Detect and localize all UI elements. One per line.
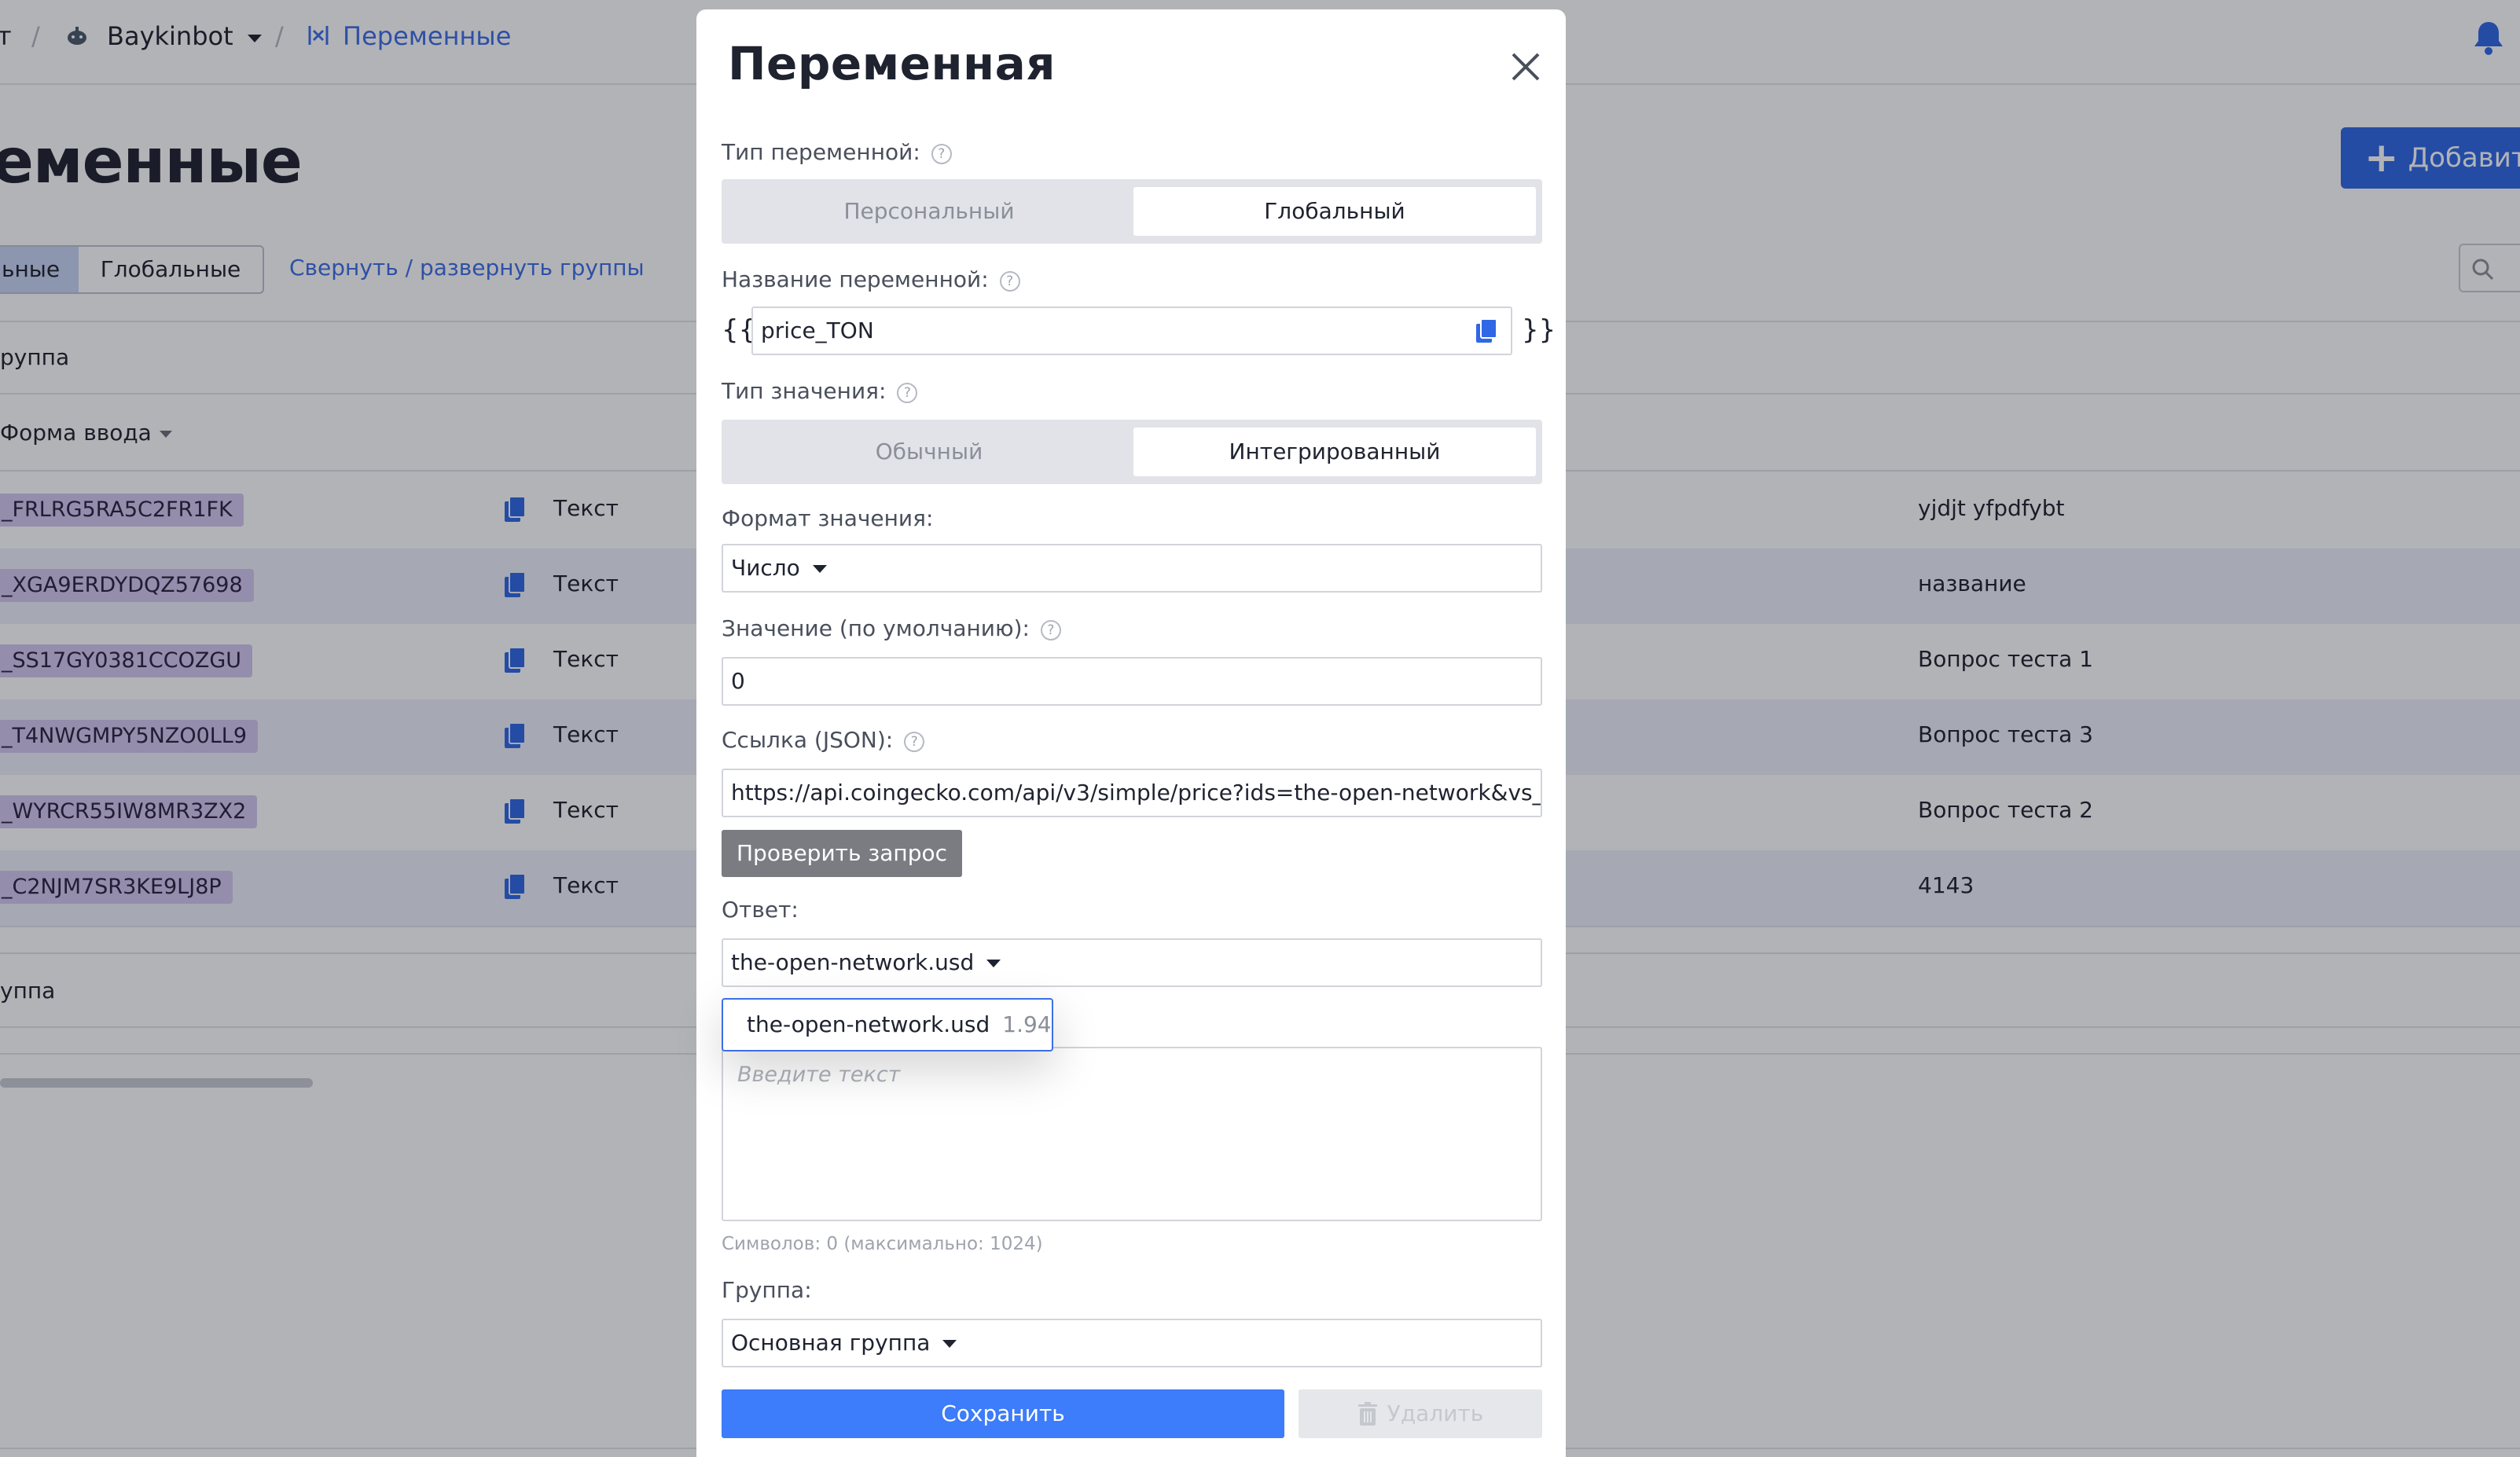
var-name-label: Название переменной:? — [722, 266, 1020, 294]
open-brace: {{ — [722, 314, 756, 346]
default-value-label-text: Значение (по умолчанию): — [722, 615, 1030, 641]
default-value: 0 — [731, 668, 745, 694]
modal-title: Переменная — [728, 37, 1056, 90]
value-type-regular[interactable]: Обычный — [728, 428, 1130, 476]
response-option[interactable]: the-open-network.usd 1.94 — [722, 998, 1053, 1051]
var-type-toggle: Персональный Глобальный — [722, 179, 1542, 244]
response-option-key: the-open-network.usd — [747, 1011, 990, 1037]
default-value-input[interactable]: 0 — [722, 657, 1542, 706]
format-select[interactable]: Число — [722, 544, 1542, 593]
value-type-label-text: Тип значения: — [722, 378, 887, 404]
value-type-integrated[interactable]: Интегрированный — [1133, 428, 1536, 476]
url-input[interactable]: https://api.coingecko.com/api/v3/simple/… — [722, 769, 1542, 817]
chevron-down-icon — [812, 565, 827, 573]
help-icon[interactable]: ? — [999, 271, 1020, 292]
url-label-text: Ссылка (JSON): — [722, 727, 894, 753]
copy-icon[interactable] — [1475, 317, 1498, 344]
chevron-down-icon — [986, 960, 1001, 967]
format-value: Число — [731, 555, 800, 581]
format-label: Формат значения: — [722, 505, 934, 531]
group-label: Группа: — [722, 1277, 812, 1303]
variable-modal: Переменная Тип переменной:? Персональный… — [696, 9, 1566, 1457]
close-brace: }} — [1522, 314, 1556, 346]
group-select[interactable]: Основная группа — [722, 1319, 1542, 1367]
chevron-down-icon — [942, 1340, 957, 1348]
check-request-button[interactable]: Проверить запрос — [722, 830, 962, 877]
save-button[interactable]: Сохранить — [722, 1389, 1284, 1438]
response-select[interactable]: the-open-network.usd — [722, 938, 1542, 987]
var-type-label: Тип переменной:? — [722, 138, 952, 167]
response-label: Ответ: — [722, 897, 799, 923]
var-name-input[interactable]: price_TON — [751, 306, 1512, 355]
var-name-value: price_TON — [761, 317, 874, 343]
help-icon[interactable]: ? — [1040, 620, 1061, 640]
delete-button[interactable]: Удалить — [1299, 1389, 1542, 1438]
var-type-personal[interactable]: Персональный — [728, 187, 1130, 236]
url-value: https://api.coingecko.com/api/v3/simple/… — [731, 780, 1542, 806]
var-type-label-text: Тип переменной: — [722, 139, 920, 165]
group-value: Основная группа — [731, 1330, 931, 1356]
help-icon[interactable]: ? — [904, 732, 925, 752]
response-option-value: 1.94 — [1002, 1011, 1052, 1037]
var-name-label-text: Название переменной: — [722, 266, 989, 292]
response-value: the-open-network.usd — [731, 949, 975, 975]
help-icon[interactable]: ? — [897, 383, 918, 403]
text-area-placeholder: Введите текст — [737, 1062, 901, 1087]
help-icon[interactable]: ? — [931, 144, 952, 164]
trash-icon — [1357, 1402, 1377, 1426]
char-counter: Символов: 0 (максимально: 1024) — [722, 1234, 1043, 1254]
default-value-label: Значение (по умолчанию):? — [722, 615, 1061, 643]
var-type-global[interactable]: Глобальный — [1133, 187, 1536, 236]
value-type-label: Тип значения:? — [722, 377, 918, 406]
url-label: Ссылка (JSON):? — [722, 726, 925, 754]
delete-button-label: Удалить — [1387, 1400, 1484, 1426]
text-area[interactable]: Введите текст — [722, 1047, 1542, 1221]
value-type-toggle: Обычный Интегрированный — [722, 420, 1542, 484]
close-icon[interactable] — [1509, 50, 1542, 83]
